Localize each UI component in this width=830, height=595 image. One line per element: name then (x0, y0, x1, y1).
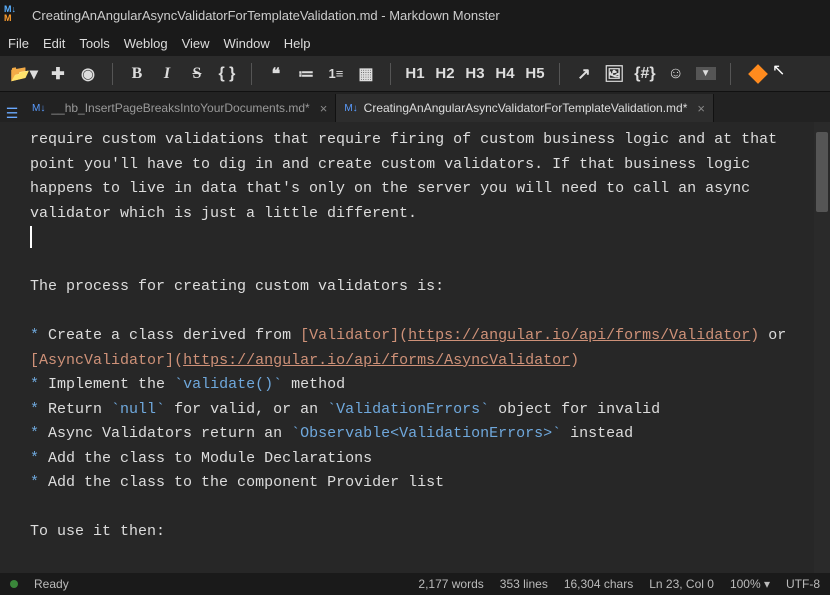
toolbar: 📂▾ ✚ ◉ B I S { } ❝ ≔ 1≡ ▦ H1 H2 H3 H4 H5… (0, 56, 830, 92)
menu-file[interactable]: File (8, 36, 29, 51)
status-ready: Ready (34, 577, 69, 591)
app-logo: M↓M (4, 5, 24, 25)
code-button[interactable]: { } (217, 65, 237, 83)
window-title: CreatingAnAngularAsyncValidatorForTempla… (32, 8, 500, 23)
close-icon[interactable]: × (697, 101, 705, 116)
editor-area: require custom validations that require … (0, 122, 830, 573)
table-button[interactable]: ▦ (356, 64, 376, 84)
preview-icon[interactable] (748, 64, 768, 84)
menu-weblog[interactable]: Weblog (124, 36, 168, 51)
menu-view[interactable]: View (182, 36, 210, 51)
h4-button[interactable]: H4 (495, 65, 515, 82)
new-icon[interactable]: ✚ (48, 64, 68, 84)
h3-button[interactable]: H3 (465, 65, 485, 82)
strike-button[interactable]: S (187, 65, 207, 83)
status-position: Ln 23, Col 0 (649, 577, 714, 591)
ol-button[interactable]: 1≡ (326, 66, 346, 81)
menu-tools[interactable]: Tools (79, 36, 109, 51)
cursor (30, 226, 32, 248)
status-zoom[interactable]: 100% ▾ (730, 577, 770, 591)
emoji-button[interactable]: ☺ (666, 65, 686, 83)
menu-help[interactable]: Help (284, 36, 311, 51)
panel-toggle-icon[interactable]: ☰ (0, 105, 24, 122)
ul-button[interactable]: ≔ (296, 64, 316, 84)
status-chars: 16,304 chars (564, 577, 633, 591)
status-lines: 353 lines (500, 577, 548, 591)
h1-button[interactable]: H1 (405, 65, 425, 82)
markdown-icon: M↓ (344, 103, 357, 114)
scrollbar[interactable] (814, 122, 830, 573)
separator (559, 63, 560, 85)
bold-button[interactable]: B (127, 65, 147, 83)
editor[interactable]: require custom validations that require … (0, 122, 814, 573)
tab-label: CreatingAnAngularAsyncValidatorForTempla… (364, 101, 688, 115)
separator (251, 63, 252, 85)
link-button[interactable]: ↗ (574, 64, 594, 84)
separator (730, 63, 731, 85)
close-icon[interactable]: × (320, 101, 328, 116)
status-words: 2,177 words (418, 577, 483, 591)
tab-inactive[interactable]: M↓ __hb_InsertPageBreaksIntoYourDocument… (24, 94, 336, 122)
menu-window[interactable]: Window (224, 36, 270, 51)
italic-button[interactable]: I (157, 65, 177, 83)
menubar: File Edit Tools Weblog View Window Help (0, 30, 830, 56)
image-button[interactable]: 🖼 (604, 64, 624, 84)
more-dropdown[interactable]: ▼ (696, 67, 716, 80)
tabbar: ☰ M↓ __hb_InsertPageBreaksIntoYourDocume… (0, 92, 830, 122)
statusbar: Ready 2,177 words 353 lines 16,304 chars… (0, 573, 830, 595)
titlebar: M↓M CreatingAnAngularAsyncValidatorForTe… (0, 0, 830, 30)
h2-button[interactable]: H2 (435, 65, 455, 82)
h5-button[interactable]: H5 (525, 65, 545, 82)
scroll-thumb[interactable] (816, 132, 828, 212)
open-icon[interactable]: 📂▾ (10, 64, 38, 84)
id-button[interactable]: {#} (634, 65, 655, 83)
save-icon[interactable]: ◉ (78, 64, 98, 84)
tab-active[interactable]: M↓ CreatingAnAngularAsyncValidatorForTem… (336, 94, 714, 122)
quote-button[interactable]: ❝ (266, 64, 286, 84)
separator (390, 63, 391, 85)
markdown-icon: M↓ (32, 103, 45, 114)
status-indicator (10, 580, 18, 588)
separator (112, 63, 113, 85)
menu-edit[interactable]: Edit (43, 36, 65, 51)
status-encoding[interactable]: UTF-8 (786, 577, 820, 591)
tab-label: __hb_InsertPageBreaksIntoYourDocuments.m… (51, 101, 309, 115)
